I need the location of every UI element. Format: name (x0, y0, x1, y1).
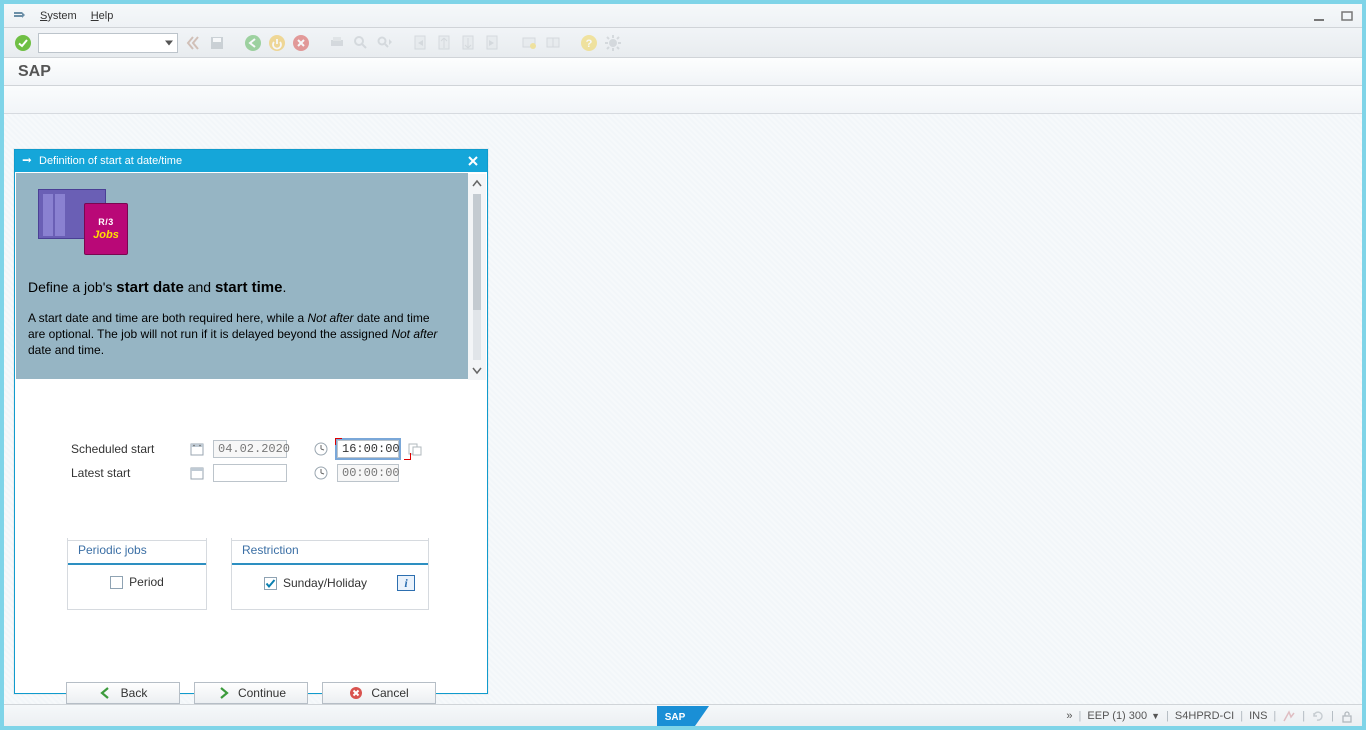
last-page-icon (484, 34, 502, 52)
cancel-button[interactable]: Cancel (322, 682, 436, 704)
command-field[interactable] (38, 33, 178, 53)
info-panel: R/3 Jobs Define a job's start date and s… (16, 173, 468, 379)
periodic-legend: Periodic jobs (68, 540, 206, 559)
next-page-icon (460, 34, 478, 52)
back-chevrons-icon[interactable] (184, 34, 202, 52)
menu-system[interactable]: System (40, 10, 77, 22)
ok-icon[interactable] (14, 34, 32, 52)
status-insert-mode: INS (1249, 710, 1267, 722)
sunday-holiday-checkbox[interactable] (264, 577, 277, 590)
first-page-icon (412, 34, 430, 52)
svg-text:?: ? (586, 38, 593, 50)
clock-icon[interactable] (313, 441, 329, 457)
help-icon[interactable]: ? (580, 34, 598, 52)
scheduled-start-row: Scheduled start 04.02.2020 16:00:00 (71, 440, 463, 458)
dialog-close-button[interactable] (465, 153, 481, 169)
main-area: Definition of start at date/time R/3 Job… (4, 114, 1362, 704)
dialog-title-text: Definition of start at date/time (39, 155, 459, 167)
continue-button[interactable]: Continue (194, 682, 308, 704)
scroll-up-icon[interactable] (469, 176, 485, 192)
scheduled-start-label: Scheduled start (71, 442, 181, 456)
find-next-icon (376, 34, 394, 52)
statusbar: SAP » | EEP (1) 300 ▼ | S4HPRD-CI | INS … (4, 704, 1362, 726)
latest-start-row: Latest start 00:00:00 (71, 464, 463, 482)
periodic-jobs-group: Periodic jobs Period (67, 538, 207, 610)
period-checkbox-label: Period (129, 575, 164, 589)
jobs-illustration: R/3 Jobs (28, 185, 138, 259)
dialog-button-row: Back Continue Cancel (15, 610, 487, 704)
menubar: System Help (4, 4, 1362, 28)
menu-indicator-icon[interactable] (12, 9, 26, 23)
scheduled-time-input[interactable]: 16:00:00 (337, 440, 399, 458)
exit-icon[interactable] (268, 34, 286, 52)
calendar-icon[interactable] (189, 441, 205, 457)
status-server: S4HPRD-CI (1175, 710, 1234, 722)
svg-text:SAP: SAP (665, 712, 686, 723)
latest-time-input[interactable]: 00:00:00 (337, 464, 399, 482)
info-heading: Define a job's start date and start time… (28, 279, 450, 296)
sunday-holiday-label: Sunday/Holiday (283, 576, 367, 590)
scroll-down-icon[interactable] (469, 362, 485, 378)
page-title-text: SAP (18, 63, 51, 81)
status-refresh-icon[interactable] (1311, 709, 1325, 723)
clock-icon[interactable] (313, 465, 329, 481)
group-boxes: Periodic jobs Period Restriction Sunday/… (15, 498, 487, 610)
page-title: SAP (4, 58, 1362, 86)
restriction-legend: Restriction (232, 540, 428, 559)
save-icon[interactable] (208, 34, 226, 52)
start-datetime-dialog: Definition of start at date/time R/3 Job… (14, 149, 488, 694)
calendar-icon[interactable] (189, 465, 205, 481)
window-minimize-icon[interactable] (1312, 9, 1326, 23)
print-icon (328, 34, 346, 52)
menu-help-label: elp (99, 10, 114, 22)
settings-icon[interactable] (604, 34, 622, 52)
back-button[interactable]: Back (66, 682, 180, 704)
back-button-label: Back (121, 686, 148, 700)
status-lock-icon[interactable] (1340, 709, 1354, 723)
status-expand-icon[interactable]: » (1066, 710, 1072, 722)
latest-date-input[interactable] (213, 464, 287, 482)
status-script-icon[interactable] (1282, 709, 1296, 723)
layout-icon (544, 34, 562, 52)
info-scrollbar[interactable] (468, 174, 486, 380)
menu-system-label: ystem (47, 10, 76, 22)
restriction-group: Restriction Sunday/Holiday i (231, 538, 429, 610)
continue-button-label: Continue (238, 686, 286, 700)
schedule-form: Scheduled start 04.02.2020 16:00:00 Late… (15, 380, 487, 498)
dialog-titlebar: Definition of start at date/time (15, 150, 487, 172)
menu-help[interactable]: Help (91, 10, 114, 22)
prev-page-icon (436, 34, 454, 52)
back-icon[interactable] (244, 34, 262, 52)
cancel-icon[interactable] (292, 34, 310, 52)
find-icon (352, 34, 370, 52)
period-checkbox[interactable] (110, 576, 123, 589)
window-restore-icon[interactable] (1340, 9, 1354, 23)
sap-logo: SAP (657, 706, 709, 726)
status-system[interactable]: EEP (1) 300 ▼ (1087, 710, 1160, 722)
info-description: A start date and time are both required … (28, 310, 438, 359)
illu-text-bottom: Jobs (93, 229, 119, 241)
dialog-title-icon (21, 155, 33, 167)
cancel-button-label: Cancel (371, 686, 408, 700)
status-system-text: EEP (1) 300 (1087, 710, 1147, 722)
new-session-icon (520, 34, 538, 52)
application-toolbar (4, 86, 1362, 114)
restriction-info-icon[interactable]: i (397, 575, 415, 591)
illu-text-top: R/3 (98, 217, 114, 227)
main-toolbar: ? (4, 28, 1362, 58)
scheduled-date-input[interactable]: 04.02.2020 (213, 440, 287, 458)
latest-start-label: Latest start (71, 466, 181, 480)
